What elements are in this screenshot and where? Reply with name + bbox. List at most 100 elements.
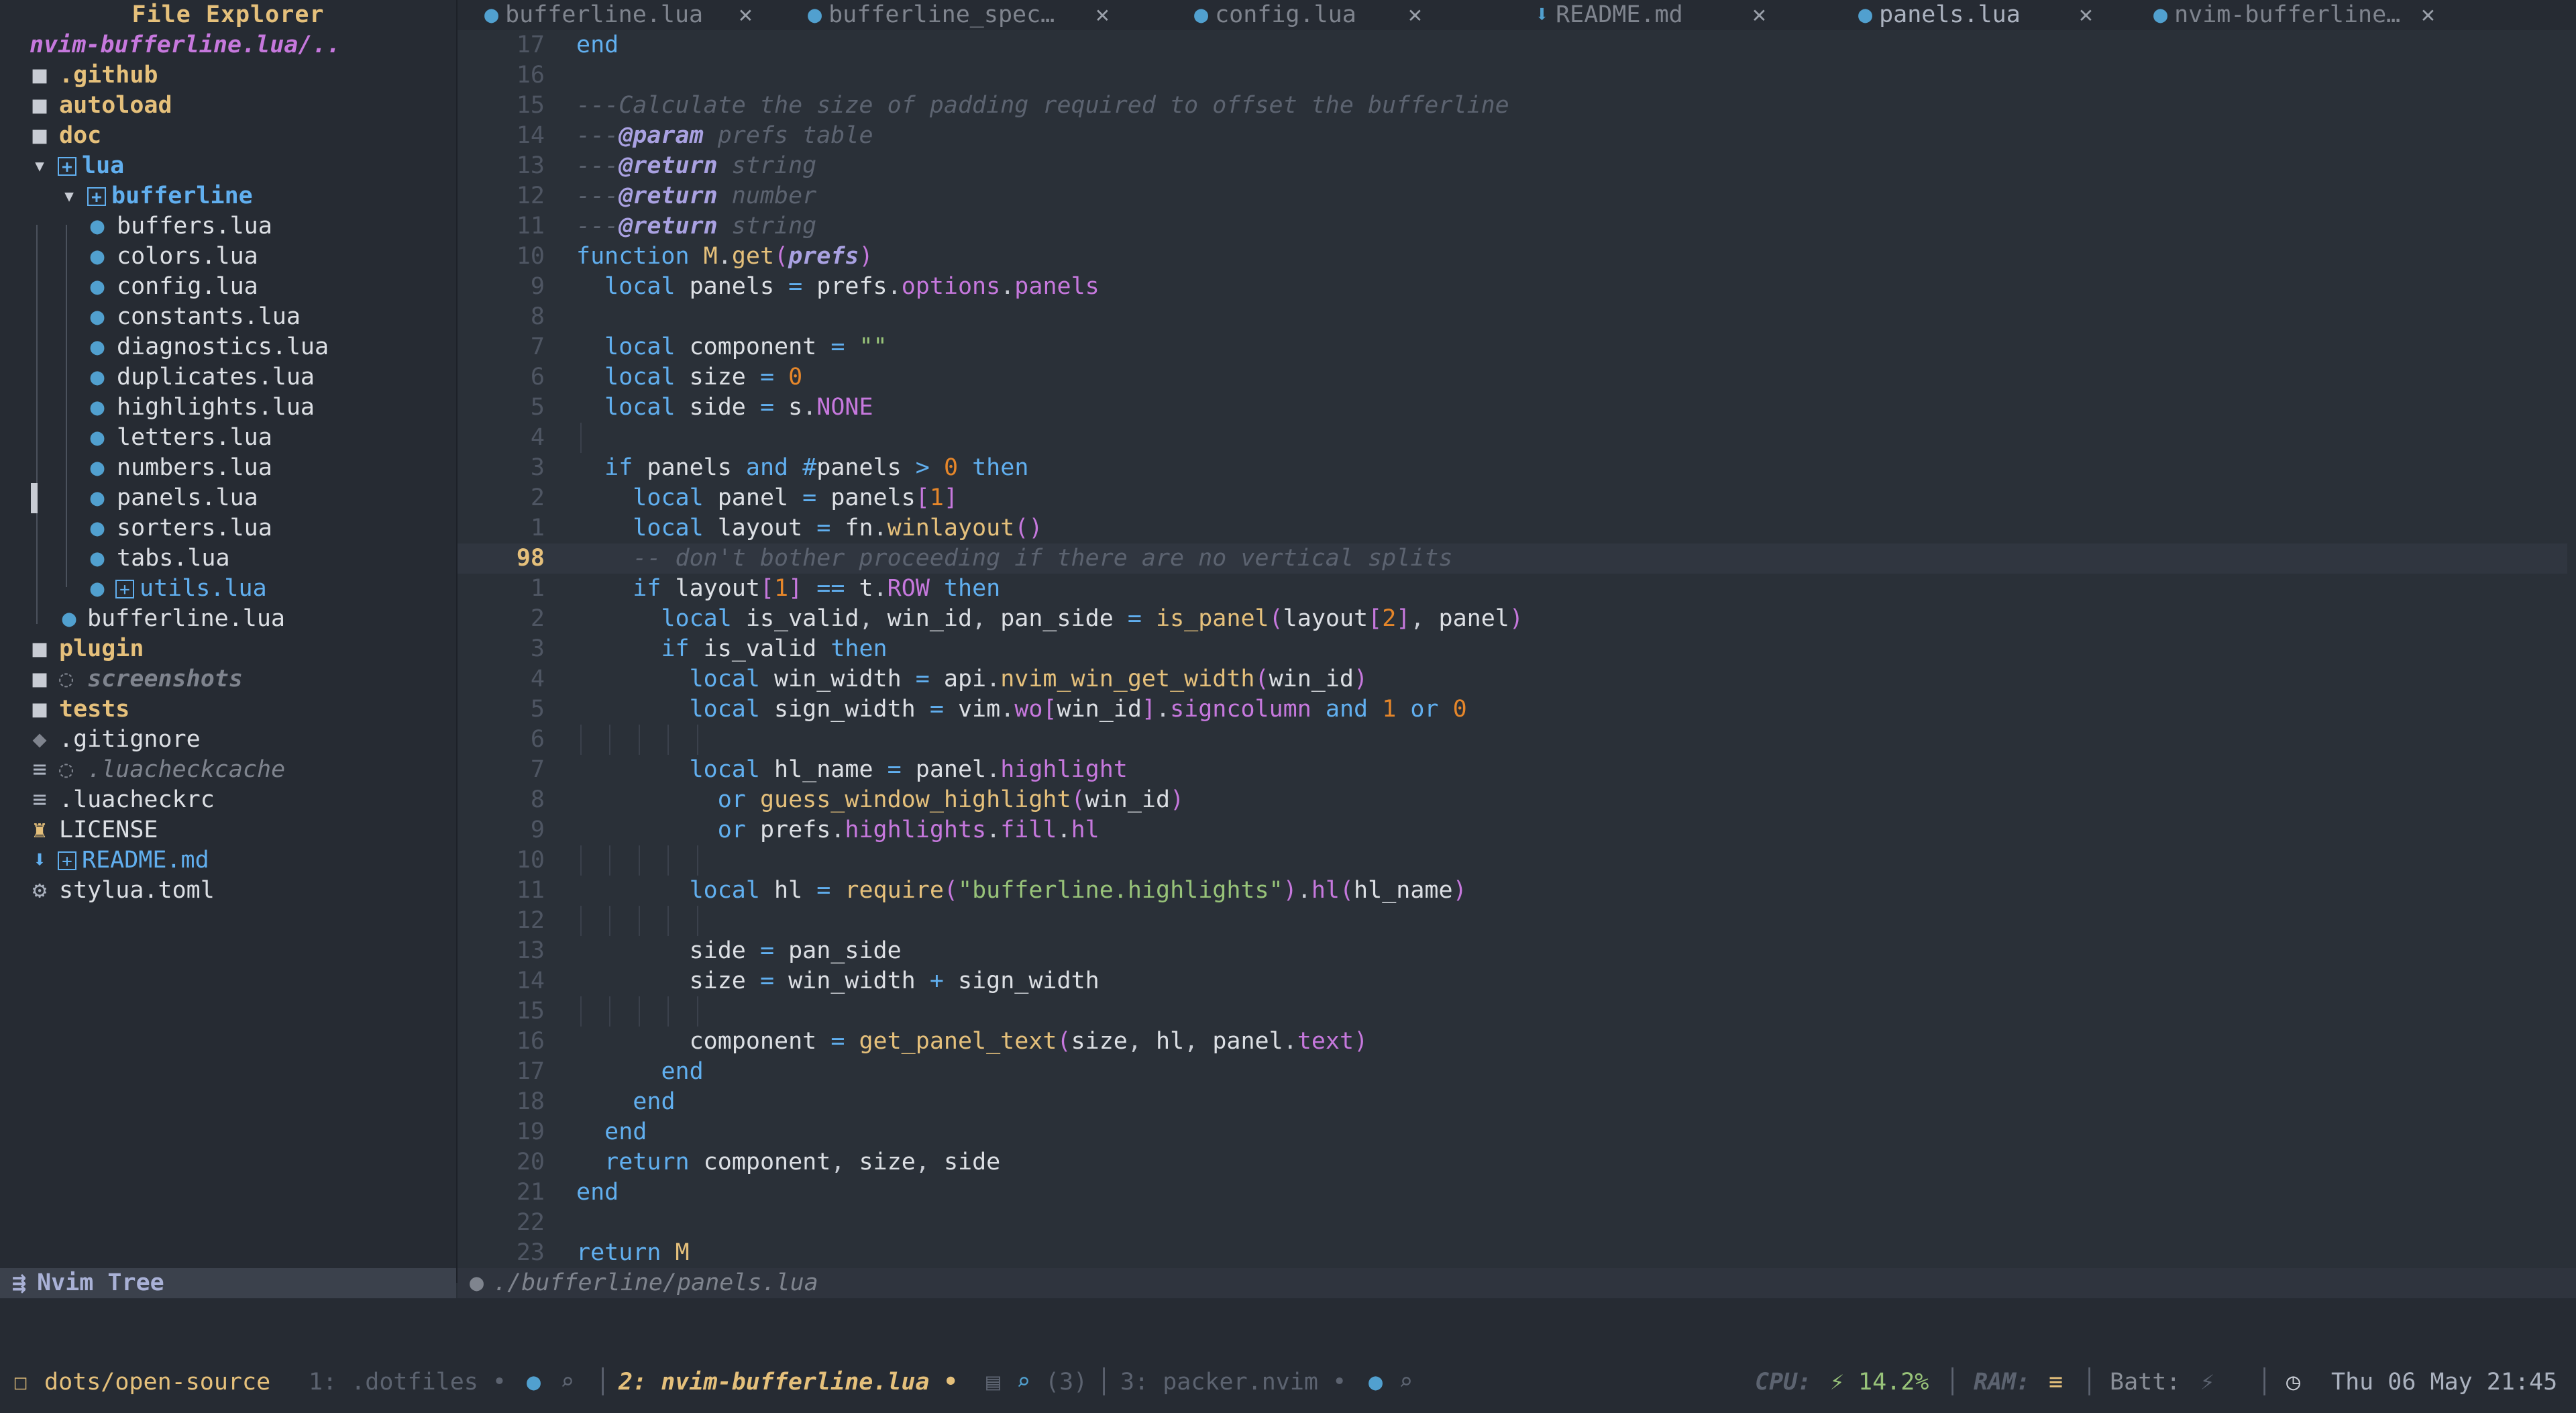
close-icon[interactable]: ✕	[1752, 0, 1766, 30]
lua-file-icon: ●	[90, 394, 105, 421]
close-icon[interactable]: ✕	[2421, 0, 2435, 30]
tree-item-buffers-lua[interactable]: ● buffers.lua	[0, 211, 456, 242]
close-icon[interactable]: ✕	[1408, 0, 1422, 30]
tree-item-label: duplicates.lua	[117, 364, 315, 390]
separator: │	[2257, 1369, 2272, 1396]
tab-bufferline-lua[interactable]: ● bufferline.lua ✕	[484, 0, 753, 30]
tree-item-label: numbers.lua	[117, 454, 272, 481]
file-explorer-title: File Explorer	[131, 1, 325, 28]
line-number: 19	[516, 1118, 545, 1145]
ignored-icon: ◌	[59, 666, 88, 692]
tree-item-github[interactable]: ■ .github	[0, 60, 456, 91]
tree-item-colors-lua[interactable]: ● colors.lua	[0, 242, 456, 272]
tmux-window-3[interactable]: 3: packer.nvim •	[1120, 1352, 1346, 1413]
tree-item-sorters-lua[interactable]: ● sorters.lua	[0, 513, 456, 543]
code-line: if is_valid then	[661, 635, 888, 662]
tree-item-constants-lua[interactable]: ● constants.lua	[0, 302, 456, 332]
tab-nvim-bufferline[interactable]: ● nvim-bufferline… ✕	[2153, 0, 2435, 30]
tab-label: bufferline.lua	[505, 1, 704, 28]
tree-item-label: constants.lua	[117, 303, 301, 330]
tree-item-diagnostics-lua[interactable]: ● diagnostics.lua	[0, 332, 456, 362]
line-number: 20	[516, 1149, 545, 1175]
tree-item-label: autoload	[59, 92, 172, 119]
tree-item-bufferline-folder[interactable]: ▾ + bufferline	[0, 181, 456, 211]
tree-item-screenshots[interactable]: ■ ◌ screenshots	[0, 664, 456, 694]
code-editor[interactable]: 17 16 15 14 13 12 11 10 9 8 7 6 5 4 3 2 …	[458, 30, 2576, 1283]
datetime: Thu 06 May 21:45	[2331, 1369, 2558, 1396]
tab-label: nvim-bufferline…	[2174, 1, 2401, 28]
indent-guide	[580, 845, 582, 876]
tree-item-stylua[interactable]: ⚙ stylua.toml	[0, 876, 456, 906]
indent-guide	[697, 845, 698, 876]
folder-icon: ■	[32, 92, 47, 119]
explorer-root-path[interactable]: nvim-bufferline.lua/..	[30, 30, 341, 60]
tab-label: bufferline_spec…	[828, 1, 1055, 28]
close-icon[interactable]: ✕	[2079, 0, 2093, 30]
command-line[interactable]	[0, 1298, 2576, 1352]
lua-file-icon: ●	[90, 575, 105, 602]
code-line: component = get_panel_text(size, hl, pan…	[689, 1028, 1368, 1055]
tree-item-tabs-lua[interactable]: ● tabs.lua	[0, 543, 456, 574]
tree-item-autoload[interactable]: ■ autoload	[0, 91, 456, 121]
tab-config-lua[interactable]: ● config.lua ✕	[1194, 0, 1422, 30]
session-name[interactable]: dots/open-source	[44, 1352, 270, 1413]
tree-item-label: tabs.lua	[117, 545, 230, 572]
document-icon: ▤	[986, 1369, 1001, 1396]
code-line: ---Calculate the size of padding require…	[576, 92, 1509, 119]
close-icon[interactable]: ✕	[739, 0, 753, 30]
tree-item-license[interactable]: ♜ LICENSE	[0, 815, 456, 845]
tree-item-label: letters.lua	[117, 424, 272, 451]
code-line: end	[633, 1088, 676, 1115]
indent-guide	[697, 906, 698, 936]
indent-guide	[580, 906, 582, 936]
tree-item-letters-lua[interactable]: ● letters.lua	[0, 423, 456, 453]
close-icon[interactable]: ✕	[1095, 0, 1110, 30]
line-number: 15	[516, 998, 545, 1025]
tree-item-lua[interactable]: ▾ + lua	[0, 151, 456, 181]
line-number: 6	[530, 726, 545, 753]
tab-readme[interactable]: ⬇ README.md ✕	[1535, 0, 1766, 30]
tree-item-numbers-lua[interactable]: ● numbers.lua	[0, 453, 456, 483]
statusline-label: Nvim Tree	[37, 1269, 164, 1296]
line-number: 4	[530, 424, 545, 451]
line-number: 21	[516, 1179, 545, 1206]
tree-item-luacheckrc[interactable]: ≡ .luacheckrc	[0, 785, 456, 815]
tree-item-bufferline-lua[interactable]: ● bufferline.lua	[0, 604, 456, 634]
tree-item-readme[interactable]: ⬇ + README.md	[0, 845, 456, 876]
tree-item-utils-lua[interactable]: ● + utils.lua	[0, 574, 456, 604]
lua-file-icon: ●	[1368, 1369, 1383, 1396]
tree-item-label: plugin	[59, 635, 144, 662]
separator: │	[1945, 1369, 1960, 1396]
tree-item-duplicates-lua[interactable]: ● duplicates.lua	[0, 362, 456, 392]
tmux-window-2[interactable]: 2: nvim-bufferline.lua •	[619, 1352, 958, 1413]
lua-file-icon: ●	[90, 303, 105, 330]
tree-item-label: panels.lua	[117, 484, 258, 511]
tree-item-gitignore[interactable]: ◆ .gitignore	[0, 725, 456, 755]
tree-item-config-lua[interactable]: ● config.lua	[0, 272, 456, 302]
tree-item-luacheckcache[interactable]: ≡ ◌ .luacheckcache	[0, 755, 456, 785]
gear-icon: ⚙	[32, 877, 47, 904]
lua-file-icon: ●	[90, 484, 105, 511]
tree-item-label: sorters.lua	[117, 515, 272, 541]
code-line: ---@param prefs table	[576, 122, 873, 149]
tree-item-plugin[interactable]: ■ plugin	[0, 634, 456, 664]
tab-bufferline-spec[interactable]: ● bufferline_spec… ✕	[808, 0, 1110, 30]
tree-item-tests[interactable]: ■ tests	[0, 694, 456, 725]
lua-file-icon: ●	[1194, 1, 1209, 28]
line-number: 23	[516, 1239, 545, 1266]
tmux-window-1[interactable]: 1: .dotfiles •	[309, 1352, 506, 1413]
indent-guide	[609, 845, 610, 876]
line-number: 10	[516, 243, 545, 270]
pane-count: (3)	[1045, 1369, 1088, 1396]
search-icon: ⌕	[560, 1369, 575, 1396]
tree-item-label: lua	[82, 152, 125, 179]
tab-panels-lua[interactable]: ● panels.lua ✕	[1858, 0, 2093, 30]
code-line: if layout[1] == t.ROW then	[633, 575, 1001, 602]
folder-icon: ■	[32, 635, 47, 662]
tree-item-highlights-lua[interactable]: ● highlights.lua	[0, 392, 456, 423]
cpu-icon: ⚡	[1830, 1369, 1845, 1396]
tree-item-doc[interactable]: ■ doc	[0, 121, 456, 151]
indent-guide	[697, 996, 698, 1027]
lua-file-icon: ●	[527, 1369, 541, 1396]
tree-item-panels-lua[interactable]: ● panels.lua	[0, 483, 456, 513]
